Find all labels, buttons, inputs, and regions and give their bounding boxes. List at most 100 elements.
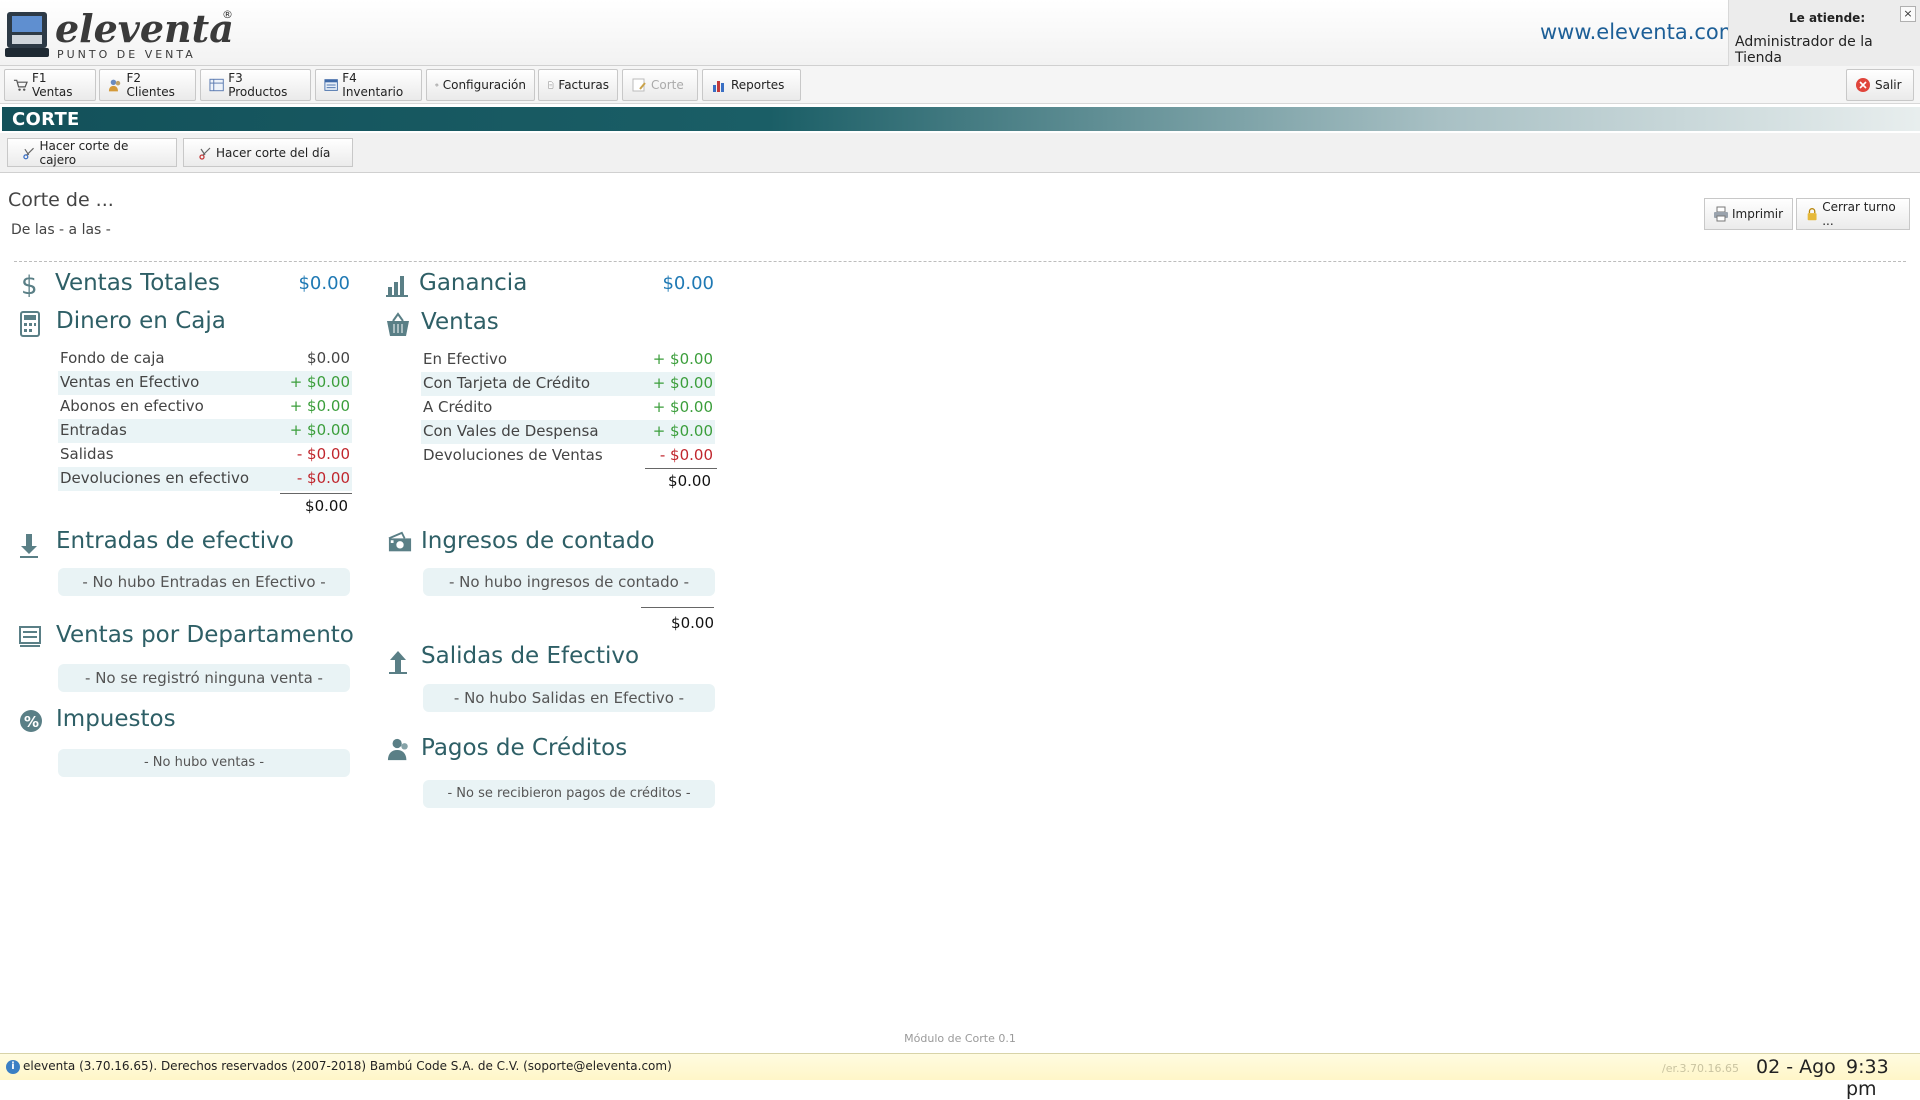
ingresos-total-line [641, 607, 714, 608]
caja-total-line [280, 493, 352, 494]
ventas-row: En Efectivo + $0.00 [421, 348, 715, 372]
section-title-bar: CORTE [2, 107, 1920, 131]
entradas-title: Entradas de efectivo [56, 528, 294, 554]
impuestos-title: Impuestos [56, 706, 176, 732]
corte-title: Corte de ... [8, 189, 114, 211]
corte-dia-button[interactable]: Hacer corte del día [183, 138, 353, 167]
percent-icon: % [20, 710, 42, 732]
ventas-row-label: Con Tarjeta de Crédito [423, 374, 591, 392]
corte-actions: Hacer corte de cajero Hacer corte del dí… [0, 133, 1920, 173]
entradas-empty: - No hubo Entradas en Efectivo - [58, 568, 350, 596]
attendant-name: Administrador de la Tienda [1735, 34, 1873, 66]
svg-text:PUNTO DE VENTA: PUNTO DE VENTA [57, 48, 196, 61]
bar-chart-icon [386, 276, 408, 297]
facturas-button[interactable]: Facturas [538, 69, 618, 101]
chart-icon [713, 81, 724, 92]
calculator-icon [20, 311, 40, 337]
person-icon [387, 738, 408, 761]
gear-icon [435, 83, 439, 87]
caja-row-value: + $0.00 [289, 373, 350, 391]
ventas-button[interactable]: F1 Ventas [4, 69, 96, 101]
ventas-row-value: + $0.00 [652, 398, 713, 416]
print-label: Imprimir [1732, 207, 1784, 221]
scissors-icon [199, 147, 211, 160]
caja-row-value: - $0.00 [296, 469, 350, 487]
caja-row-label: Entradas [60, 421, 127, 439]
corte-range: De las - a las - [11, 222, 111, 238]
ventas-total-line [645, 468, 717, 469]
reportes-label: Reportes [731, 78, 785, 92]
salidas-title: Salidas de Efectivo [421, 643, 640, 669]
info-icon: i [6, 1060, 20, 1074]
impuestos-empty: - No hubo ventas - [58, 749, 350, 777]
ventas-row: Con Tarjeta de Crédito + $0.00 [421, 372, 715, 396]
print-button[interactable]: Imprimir [1704, 198, 1793, 230]
ventas-label: F1 Ventas [31, 71, 73, 99]
configuracion-button[interactable]: Configuración [426, 69, 535, 101]
ganancia-amount: $0.00 [662, 273, 714, 294]
caja-row-label: Salidas [60, 445, 114, 463]
exit-icon [1856, 78, 1870, 92]
reportes-button[interactable]: Reportes [702, 69, 801, 101]
ingresos-title: Ingresos de contado [421, 528, 655, 554]
clientes-button[interactable]: F2 Clientes [99, 69, 196, 101]
ganancia-title: Ganancia [419, 270, 528, 296]
caja-row-value: $0.00 [307, 349, 350, 367]
ventas-row: A Crédito + $0.00 [421, 396, 715, 420]
app-header: eleventa PUNTO DE VENTA ® www.eleventa.c… [0, 0, 1920, 66]
ventas-totales-title: Ventas Totales [55, 270, 220, 296]
corte-button[interactable]: Corte [622, 69, 698, 101]
ventas-row-value: + $0.00 [652, 422, 713, 440]
configuracion-label: Configuración [442, 78, 526, 92]
close-window-button[interactable]: × [1900, 6, 1916, 22]
arrow-down-icon [20, 534, 38, 558]
divider [14, 261, 1906, 262]
caja-row: Entradas + $0.00 [58, 419, 352, 443]
caja-row-value: + $0.00 [289, 397, 350, 415]
productos-label: F3 Productos [228, 71, 288, 99]
corte-cajero-button[interactable]: Hacer corte de cajero [7, 138, 177, 167]
cart-icon [13, 79, 28, 91]
caja-row: Ventas en Efectivo + $0.00 [58, 371, 352, 395]
caja-row: Fondo de caja $0.00 [58, 347, 352, 371]
caja-row-value: - $0.00 [296, 445, 350, 463]
salir-button[interactable]: Salir [1846, 69, 1914, 101]
website-link[interactable]: www.eleventa.com [1540, 20, 1739, 44]
svg-text:$: $ [21, 271, 38, 297]
corte-dia-label: Hacer corte del día [216, 145, 331, 160]
ventas-total: $0.00 [668, 472, 711, 490]
clients-icon [108, 79, 121, 92]
caja-row-value: + $0.00 [289, 421, 350, 439]
ventas-row: Devoluciones de Ventas - $0.00 [421, 444, 715, 468]
ventas-row-value: + $0.00 [652, 374, 713, 392]
scissors-icon [23, 147, 34, 159]
page-title: CORTE [12, 109, 80, 130]
department-icon [19, 626, 41, 647]
ventas-totales-amount: $0.00 [298, 273, 350, 294]
lock-icon [1807, 208, 1817, 221]
ventas-row-value: + $0.00 [652, 350, 713, 368]
ventas-row-label: A Crédito [423, 398, 493, 416]
arrow-up-icon [389, 651, 407, 674]
products-icon [209, 78, 224, 92]
productos-button[interactable]: F3 Productos [200, 69, 311, 101]
inventario-button[interactable]: F4 Inventario [315, 69, 422, 101]
attendant-label: Le atiende: [1789, 11, 1866, 25]
status-text: eleventa (3.70.16.65). Derechos reservad… [23, 1059, 672, 1073]
caja-row-label: Fondo de caja [60, 349, 165, 367]
dinero-caja-title: Dinero en Caja [56, 308, 226, 334]
facturas-label: Facturas [558, 78, 609, 92]
basket-icon [387, 312, 409, 336]
close-shift-button[interactable]: Cerrar turno ... [1796, 198, 1910, 230]
caja-row-label: Abonos en efectivo [60, 397, 204, 415]
status-version: /er.3.70.16.65 [1662, 1062, 1739, 1075]
status-time: 9:33 pm [1846, 1056, 1889, 1100]
clientes-label: F2 Clientes [126, 71, 175, 99]
svg-text:%: % [24, 713, 39, 731]
ingresos-total: $0.00 [671, 614, 714, 632]
ventas-row: Con Vales de Despensa + $0.00 [421, 420, 715, 444]
caja-row: Devoluciones en efectivo - $0.00 [58, 467, 352, 491]
ventas-row-label: Devoluciones de Ventas [423, 446, 603, 464]
close-shift-label: Cerrar turno ... [1822, 200, 1896, 228]
caja-row: Salidas - $0.00 [58, 443, 352, 467]
